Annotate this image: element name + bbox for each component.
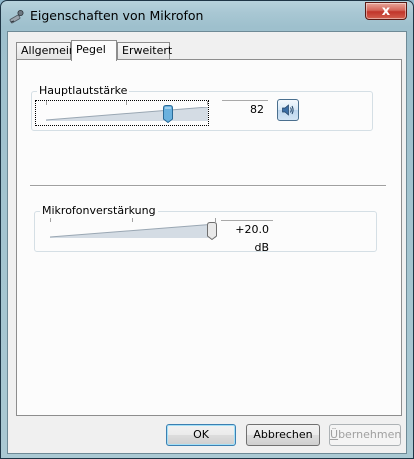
mic-boost-value: +20.0 dB bbox=[221, 220, 273, 254]
slider-tick bbox=[132, 218, 133, 222]
section-divider bbox=[30, 185, 386, 187]
tab-pegel[interactable]: Pegel bbox=[71, 40, 117, 61]
slider-tick bbox=[50, 218, 51, 222]
main-volume-slider[interactable] bbox=[46, 101, 208, 125]
tab-panel-pegel: Hauptlautstärke 82 Mikrofonverstärkung +… bbox=[16, 59, 402, 416]
tab-erweitert[interactable]: Erweitert bbox=[117, 42, 172, 60]
apply-mnemonic: Ü bbox=[330, 428, 339, 441]
slider-ramp bbox=[50, 224, 216, 238]
apply-label-rest: bernehmen bbox=[338, 428, 402, 441]
properties-window: Eigenschaften von Mikrofon x Allgemein P… bbox=[0, 0, 414, 459]
title-bar[interactable]: Eigenschaften von Mikrofon x bbox=[1, 1, 413, 31]
slider-tick bbox=[126, 101, 127, 105]
slider-tick bbox=[46, 101, 47, 105]
mic-boost-slider[interactable] bbox=[50, 218, 217, 242]
window-title: Eigenschaften von Mikrofon bbox=[30, 8, 204, 23]
main-volume-label: Hauptlautstärke bbox=[37, 84, 130, 97]
ok-button[interactable]: OK bbox=[166, 424, 236, 446]
close-button[interactable]: x bbox=[365, 2, 407, 20]
cancel-button[interactable]: Abbrechen bbox=[246, 424, 320, 446]
main-volume-value: 82 bbox=[222, 100, 268, 118]
slider-tick bbox=[207, 101, 208, 105]
slider-ramp bbox=[46, 107, 208, 121]
main-volume-thumb[interactable] bbox=[163, 105, 173, 123]
close-icon: x bbox=[381, 3, 391, 19]
apply-button[interactable]: Übernehmen bbox=[329, 424, 401, 446]
speaker-icon bbox=[282, 104, 294, 116]
tab-allgemein[interactable]: Allgemein bbox=[16, 42, 76, 60]
mute-button[interactable] bbox=[277, 99, 299, 121]
mic-boost-thumb[interactable] bbox=[207, 222, 217, 240]
mic-boost-label: Mikrofonverstärkung bbox=[40, 204, 158, 217]
microphone-icon bbox=[9, 10, 24, 24]
dialog-body: Allgemein Pegel Erweitert Hauptlautstärk… bbox=[7, 31, 407, 454]
